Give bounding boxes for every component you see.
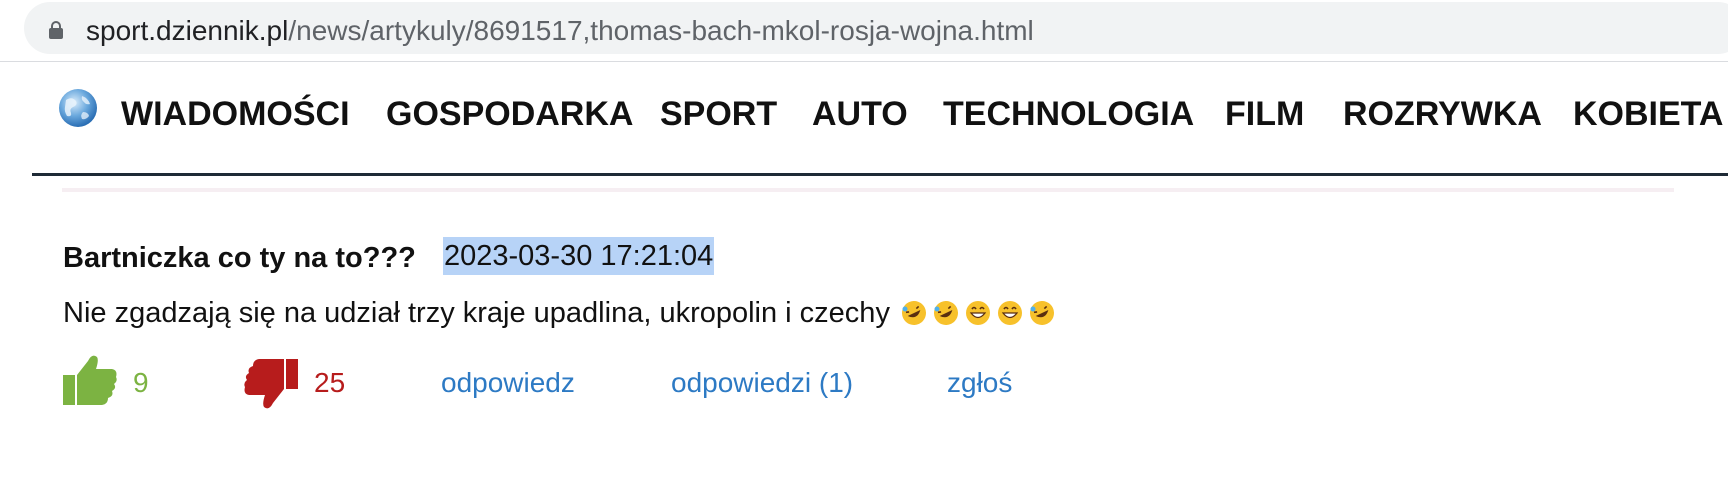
nav-film[interactable]: FILM — [1225, 94, 1304, 134]
nav-auto[interactable]: AUTO — [812, 94, 908, 134]
nav-gospodarka[interactable]: GOSPODARKA — [386, 94, 633, 134]
url-domain: sport.dziennik.pl — [86, 15, 289, 46]
url-path: /news/artykuly/8691517,thomas-bach-mkol-… — [288, 15, 1034, 46]
thumbs-up-icon[interactable] — [62, 353, 118, 407]
rofl-icon — [1029, 301, 1054, 325]
report-link[interactable]: zgłoś — [947, 367, 1012, 399]
nav-kobieta[interactable]: KOBIETA — [1573, 94, 1723, 134]
nav-technologia[interactable]: TECHNOLOGIA — [943, 94, 1194, 134]
rofl-icon — [901, 301, 926, 325]
url-text[interactable]: sport.dziennik.pl/news/artykuly/8691517,… — [86, 16, 1034, 46]
comment-text-content: Nie zgadzają się na udział trzy kraje up… — [63, 297, 890, 329]
rofl-icon — [933, 301, 958, 325]
dislikes-count: 25 — [314, 367, 346, 398]
comment-header: Bartniczka co ty na to??? 2023-03-30 17:… — [63, 237, 715, 280]
comment-text: Nie zgadzają się na udział trzy kraje up… — [63, 295, 1060, 331]
replies-link[interactable]: odpowiedzi (1) — [671, 367, 853, 399]
comment-author: Bartniczka co ty na to??? — [63, 242, 416, 274]
globe-logo-icon[interactable] — [56, 86, 100, 130]
lock-icon — [49, 21, 63, 39]
grin-icon — [997, 301, 1022, 325]
likes-count: 9 — [133, 367, 149, 398]
address-bar[interactable]: sport.dziennik.pl/news/artykuly/8691517,… — [24, 2, 1728, 54]
nav-rozrywka[interactable]: ROZRYWKA — [1343, 94, 1542, 134]
comment-date: 2023-03-30 17:21:04 — [443, 237, 715, 275]
comment-actions: 9 25 odpowiedz odpowiedzi (1) zgłoś — [0, 345, 1728, 415]
comments-divider — [62, 188, 1674, 192]
nav-wiadomosci[interactable]: WIADOMOŚCI — [121, 94, 350, 134]
grin-icon — [965, 301, 990, 325]
main-nav: WIADOMOŚCI GOSPODARKA SPORT AUTO TECHNOL… — [0, 62, 1728, 174]
nav-divider — [32, 173, 1728, 176]
reply-link[interactable]: odpowiedz — [441, 367, 575, 399]
thumbs-down-icon[interactable] — [243, 357, 299, 417]
nav-sport[interactable]: SPORT — [660, 94, 777, 134]
